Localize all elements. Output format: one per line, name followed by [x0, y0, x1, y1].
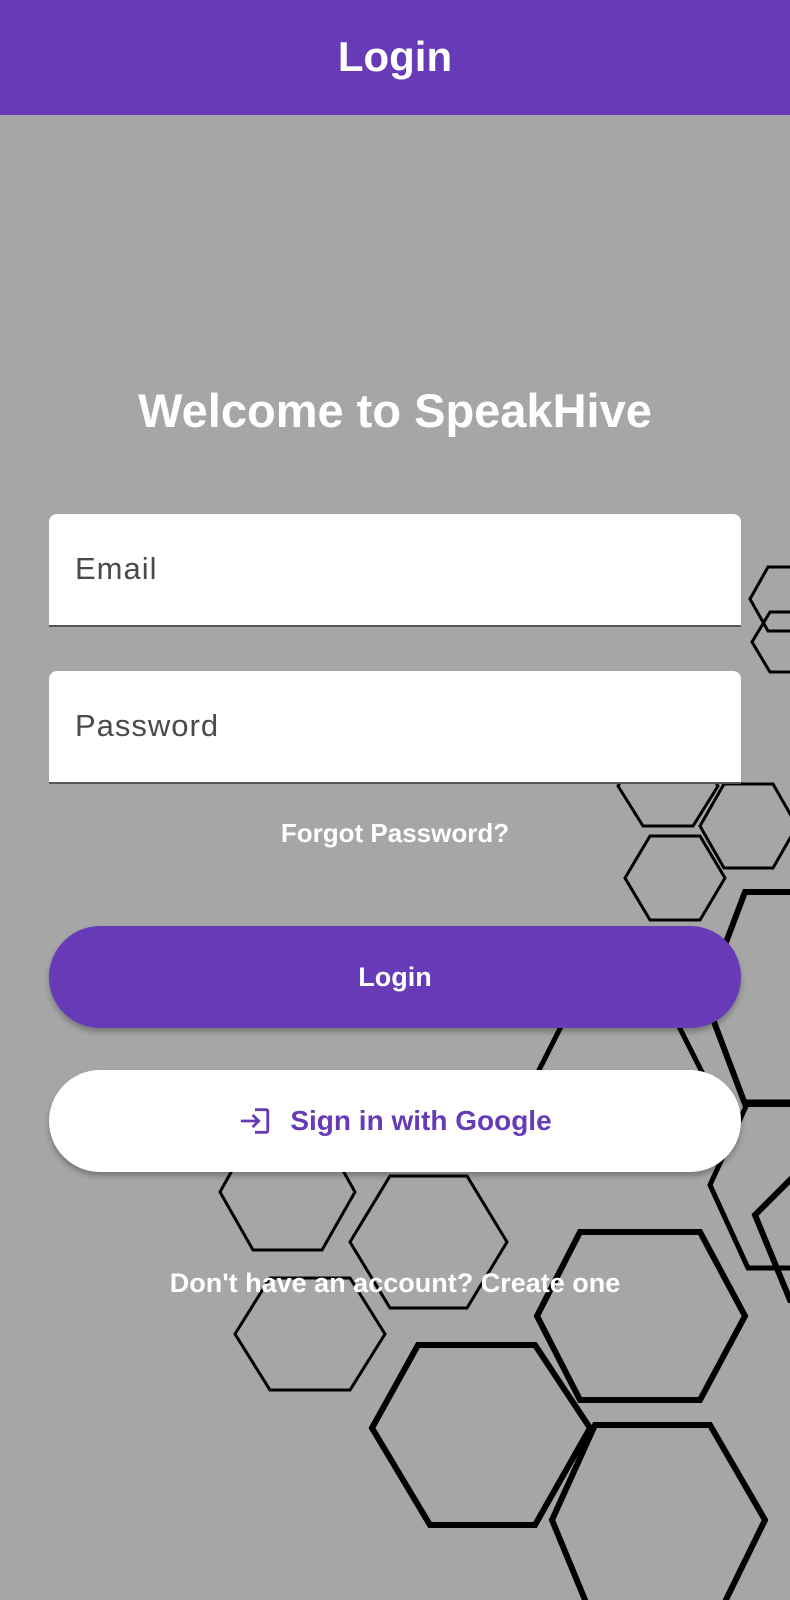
- password-field-container: [49, 671, 741, 784]
- email-field[interactable]: [75, 514, 715, 624]
- welcome-heading: Welcome to SpeakHive: [138, 384, 652, 437]
- login-button-label: Login: [358, 961, 432, 992]
- login-arrow-icon: [238, 1104, 272, 1138]
- hexagon-background-pattern: [218, 565, 790, 1600]
- forgot-password-link[interactable]: Forgot Password?: [281, 818, 509, 848]
- app-bar: Login: [0, 0, 790, 115]
- app-bar-title: Login: [337, 32, 453, 80]
- google-sign-in-label: Sign in with Google: [290, 1105, 552, 1136]
- password-field[interactable]: [75, 671, 715, 781]
- login-button[interactable]: Login: [49, 926, 741, 1028]
- email-field-container: [49, 514, 741, 627]
- create-account-row: Don't have an account? Create one: [0, 1268, 790, 1299]
- forgot-password-row: Forgot Password?: [0, 818, 790, 849]
- create-account-link[interactable]: Don't have an account? Create one: [170, 1268, 621, 1298]
- google-sign-in-button[interactable]: Sign in with Google: [49, 1070, 741, 1172]
